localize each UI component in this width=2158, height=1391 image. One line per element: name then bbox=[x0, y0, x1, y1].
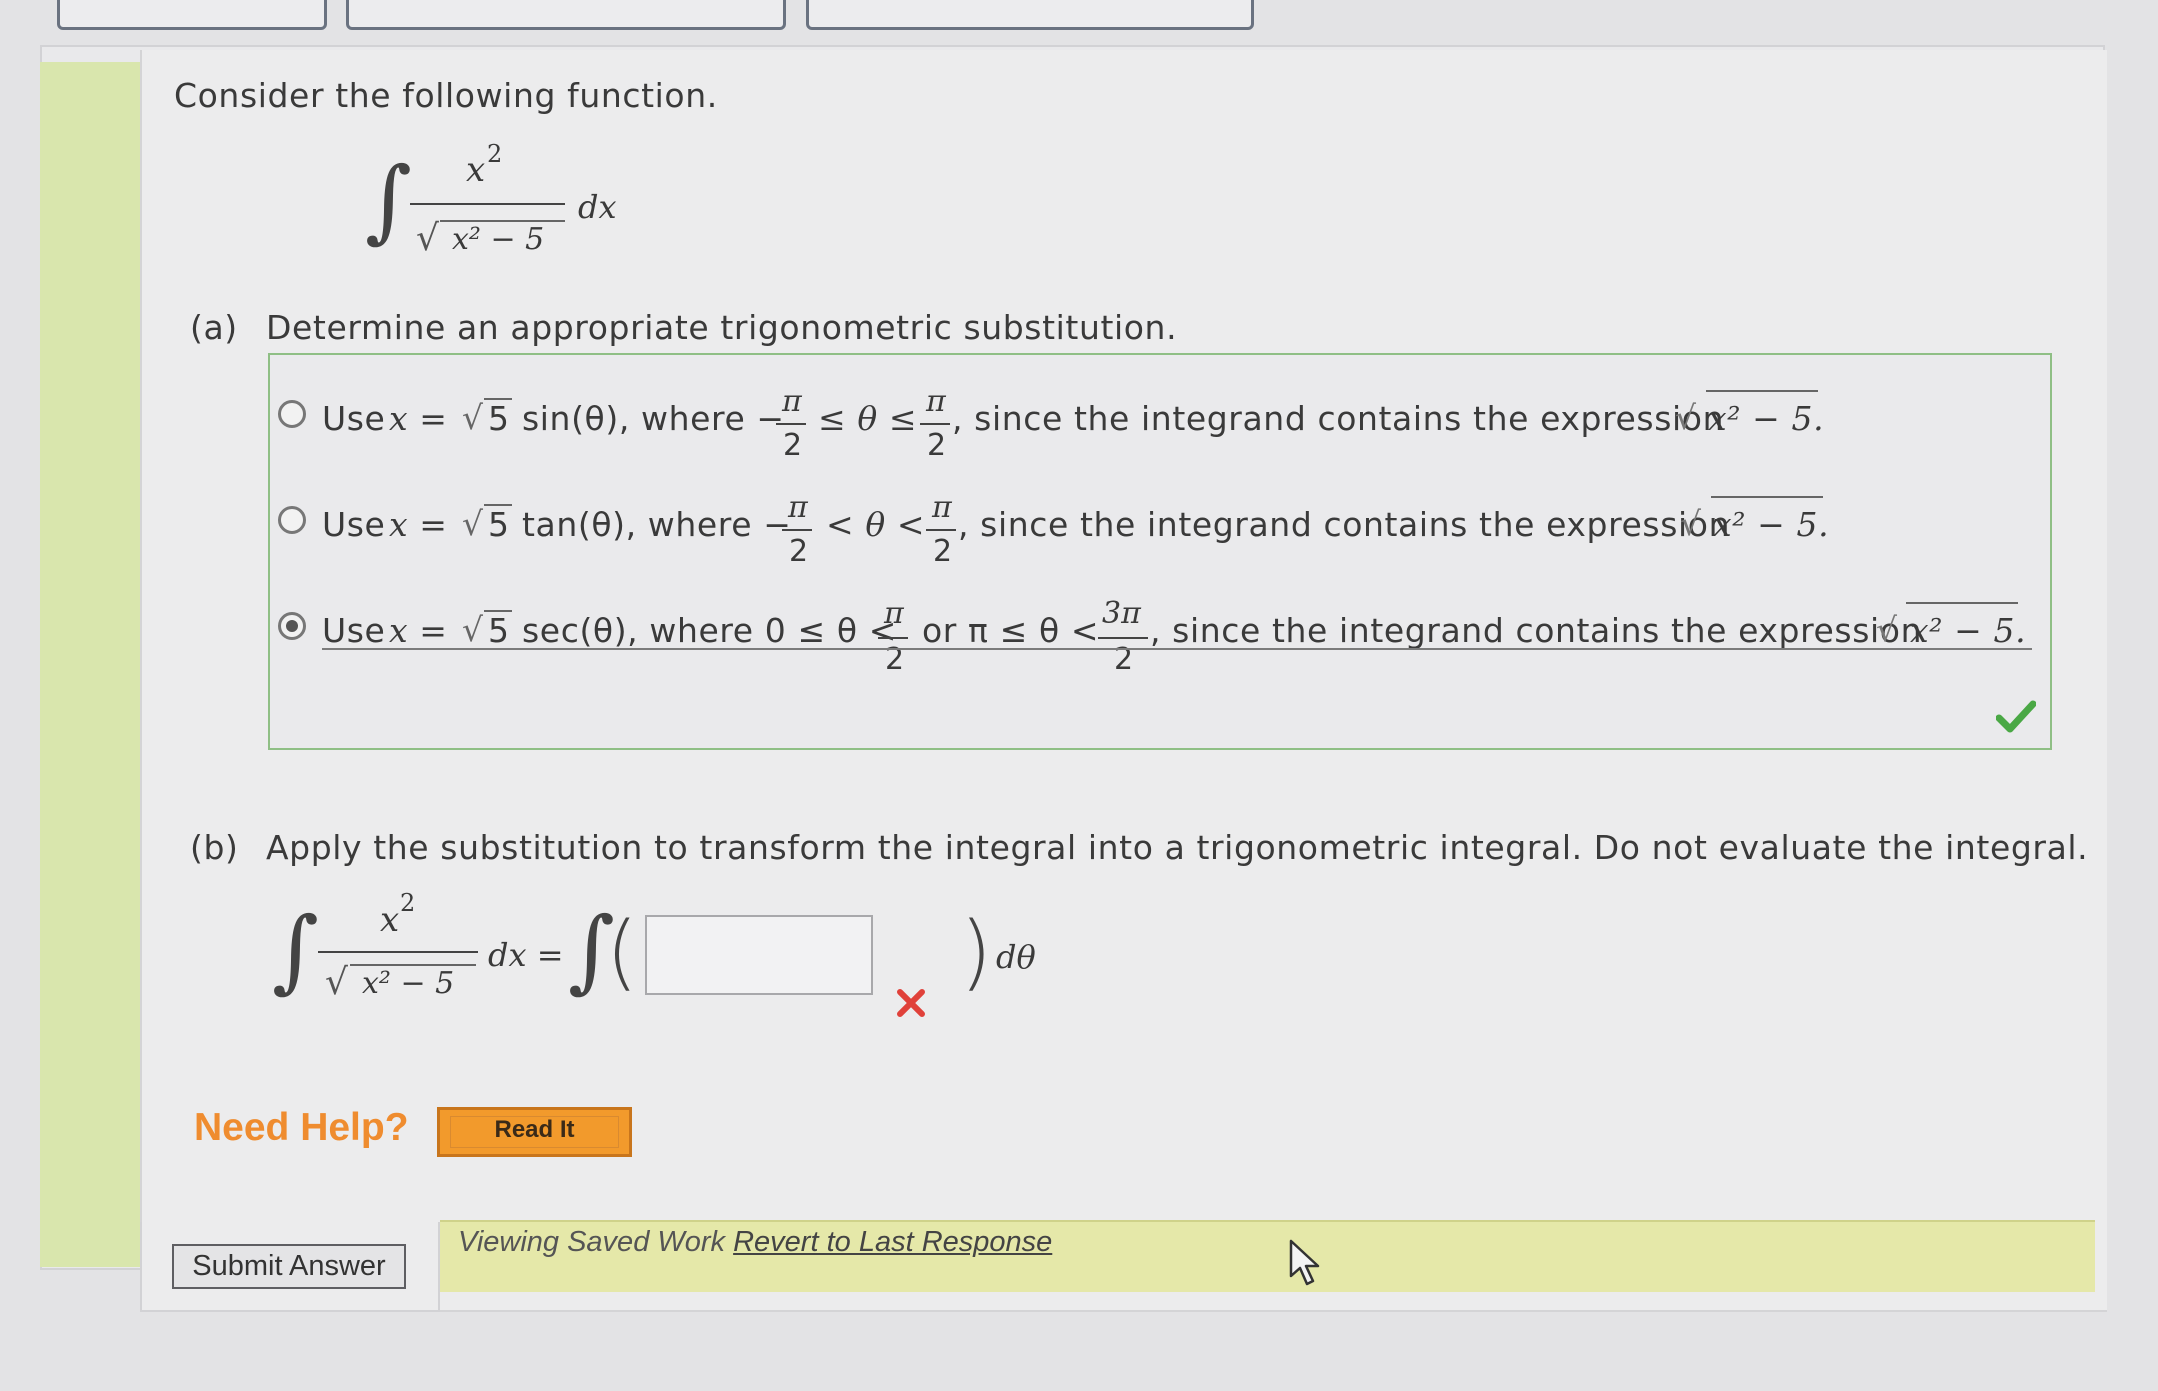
numerator-exponent: 2 bbox=[487, 140, 503, 168]
pi-num: π bbox=[788, 490, 808, 525]
two-den: 2 bbox=[927, 428, 947, 463]
integral-sign: ∫ bbox=[365, 148, 412, 253]
sqrt-icon: √ bbox=[1675, 398, 1697, 437]
pi-num: π bbox=[926, 384, 946, 419]
integral-sign: ∫ bbox=[272, 898, 319, 1003]
denominator-expr: x² − 5 bbox=[362, 966, 455, 1001]
option-x-eq: x = bbox=[389, 611, 448, 650]
close-paren: ) bbox=[960, 905, 992, 1000]
option-mid: or π ≤ θ < bbox=[922, 611, 1100, 650]
sqrt-icon: √ bbox=[462, 610, 484, 649]
numerator-var: x bbox=[466, 150, 486, 190]
denominator-expr: x² − 5 bbox=[452, 222, 545, 257]
part-a-label: (a) bbox=[190, 308, 238, 347]
option-func: tan(θ), where − bbox=[522, 505, 792, 544]
practice-another-tab[interactable] bbox=[806, 0, 1254, 30]
question-intro: Consider the following function. bbox=[174, 76, 718, 115]
saved-work-bar: Viewing Saved Work Revert to Last Respon… bbox=[440, 1220, 2095, 1292]
option-tail: , since the integrand contains the expre… bbox=[952, 399, 1725, 438]
option-func: sin(θ), where − bbox=[522, 399, 785, 438]
part-b-prompt: Apply the substitution to transform the … bbox=[266, 828, 2089, 867]
two-den: 2 bbox=[783, 428, 803, 463]
option-use: Use bbox=[322, 611, 386, 650]
option-expr: x² − 5. bbox=[1910, 611, 2027, 650]
pi-num: π bbox=[884, 596, 904, 631]
read-it-button[interactable]: Read It bbox=[437, 1107, 632, 1157]
radio-sin[interactable] bbox=[278, 400, 306, 428]
need-help-label: Need Help? bbox=[194, 1106, 409, 1149]
submit-answer-button[interactable]: Submit Answer bbox=[172, 1244, 406, 1289]
three-pi-num: 3π bbox=[1102, 596, 1141, 631]
sqrt-icon: √ bbox=[1680, 504, 1702, 543]
sqrt-five: 5 bbox=[488, 505, 510, 544]
rhs-differential: dθ bbox=[996, 938, 1036, 976]
option-rel: < θ < bbox=[826, 505, 926, 544]
radio-sec[interactable] bbox=[278, 612, 306, 640]
option-expr: x² − 5. bbox=[1713, 505, 1830, 544]
saved-work-text: Viewing Saved Work bbox=[458, 1226, 726, 1258]
sqrt-icon: √ bbox=[416, 218, 439, 259]
lhs-differential: dx = bbox=[488, 936, 564, 974]
part-a-prompt: Determine an appropriate trigonometric s… bbox=[266, 308, 1178, 347]
pi-num: π bbox=[782, 384, 802, 419]
radio-tan[interactable] bbox=[278, 506, 306, 534]
selected-underline bbox=[322, 648, 2032, 650]
numerator-exponent: 2 bbox=[400, 889, 416, 917]
option-tail: , since the integrand contains the expre… bbox=[1150, 611, 1923, 650]
trig-integrand-input[interactable] bbox=[645, 915, 873, 995]
option-tail: , since the integrand contains the expre… bbox=[958, 505, 1731, 544]
sqrt-icon: √ bbox=[462, 398, 484, 437]
sqrt-icon: √ bbox=[462, 504, 484, 543]
option-x-eq: x = bbox=[389, 505, 448, 544]
mouse-cursor-icon bbox=[1289, 1239, 1320, 1286]
sqrt-five: 5 bbox=[488, 611, 510, 650]
option-func: sec(θ), where 0 ≤ θ < bbox=[522, 611, 897, 650]
my-notes-tab[interactable] bbox=[57, 0, 327, 30]
read-it-label: Read It bbox=[494, 1116, 575, 1143]
ask-your-teacher-tab[interactable] bbox=[346, 0, 786, 30]
sqrt-five: 5 bbox=[488, 399, 510, 438]
option-use: Use bbox=[322, 399, 386, 438]
two-den: 2 bbox=[933, 534, 953, 569]
option-x-eq: x = bbox=[389, 399, 448, 438]
option-expr: x² − 5. bbox=[1708, 399, 1825, 438]
sqrt-icon: √ bbox=[1876, 610, 1898, 649]
revert-link[interactable]: Revert to Last Response bbox=[733, 1226, 1052, 1258]
two-den: 2 bbox=[789, 534, 809, 569]
question-side-bar bbox=[40, 62, 140, 1267]
sqrt-icon: √ bbox=[325, 962, 348, 1003]
option-use: Use bbox=[322, 505, 386, 544]
open-paren: ( bbox=[606, 905, 638, 1000]
incorrect-x-icon bbox=[897, 989, 925, 1017]
pi-num: π bbox=[932, 490, 952, 525]
option-rel: ≤ θ ≤ bbox=[818, 399, 918, 438]
part-b-label: (b) bbox=[190, 828, 239, 867]
differential: dx bbox=[578, 188, 617, 226]
numerator-var: x bbox=[380, 900, 400, 940]
checkmark-icon bbox=[1996, 700, 2036, 733]
